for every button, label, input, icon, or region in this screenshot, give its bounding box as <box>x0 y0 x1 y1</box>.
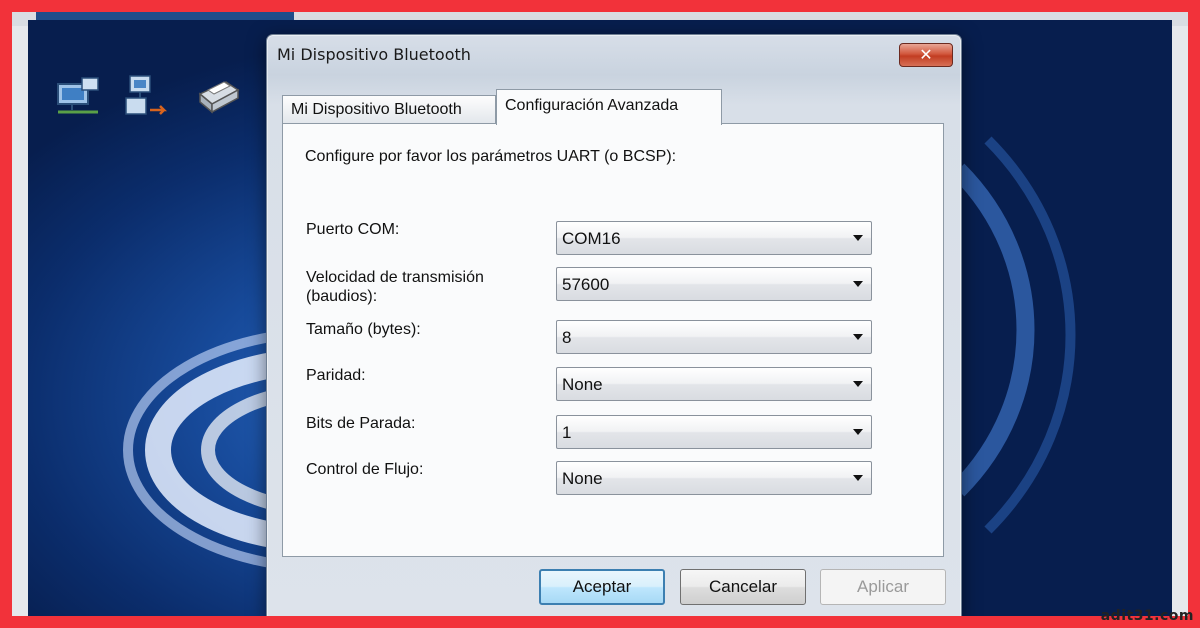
byte-size-select[interactable]: 8 <box>556 320 872 354</box>
watermark-text: adit31.com <box>1100 608 1194 624</box>
close-icon: ✕ <box>919 45 933 64</box>
flow-control-value: None <box>562 469 603 488</box>
network-share-icon[interactable] <box>120 70 172 122</box>
apply-button[interactable]: Aplicar <box>820 569 946 605</box>
stop-bits-value: 1 <box>562 423 572 442</box>
com-port-value: COM16 <box>562 229 621 248</box>
dialog-title: Mi Dispositivo Bluetooth <box>277 45 471 64</box>
panel-instructions: Configure por favor los parámetros UART … <box>305 148 677 165</box>
chevron-down-icon <box>853 429 863 435</box>
com-port-label: Puerto COM: <box>306 221 400 238</box>
tab-advanced-settings[interactable]: Configuración Avanzada <box>496 89 722 125</box>
parity-value: None <box>562 375 603 394</box>
chevron-down-icon <box>853 475 863 481</box>
baud-rate-label: Velocidad de transmisión (baudios): <box>306 268 484 306</box>
cancel-button[interactable]: Cancelar <box>680 569 806 605</box>
dialog-titlebar[interactable]: Mi Dispositivo Bluetooth ✕ <box>267 35 961 77</box>
baud-rate-label-line2: (baudios): <box>306 288 378 305</box>
parity-select[interactable]: None <box>556 367 872 401</box>
com-port-select[interactable]: COM16 <box>556 221 872 255</box>
baud-rate-label-line1: Velocidad de transmisión <box>306 269 484 286</box>
parity-label: Paridad: <box>306 367 366 384</box>
chevron-down-icon <box>853 235 863 241</box>
close-button[interactable]: ✕ <box>899 43 953 67</box>
screenshot-frame: Mi Dispositivo Bluetooth ✕ Mi Dispositiv… <box>12 12 1188 616</box>
baud-rate-value: 57600 <box>562 275 610 294</box>
flow-control-label: Control de Flujo: <box>306 461 424 478</box>
flow-control-select[interactable]: None <box>556 461 872 495</box>
stop-bits-select[interactable]: 1 <box>556 415 872 449</box>
byte-size-label: Tamaño (bytes): <box>306 321 421 338</box>
byte-size-value: 8 <box>562 328 572 347</box>
baud-rate-select[interactable]: 57600 <box>556 267 872 301</box>
stop-bits-label: Bits de Parada: <box>306 415 416 432</box>
ok-button[interactable]: Aceptar <box>539 569 665 605</box>
bluetooth-device-dialog: Mi Dispositivo Bluetooth ✕ Mi Dispositiv… <box>266 34 962 616</box>
chevron-down-icon <box>853 281 863 287</box>
advanced-settings-panel: Configure por favor los parámetros UART … <box>282 123 944 557</box>
printer-icon[interactable] <box>190 70 242 122</box>
network-computer-icon[interactable] <box>52 70 104 122</box>
chevron-down-icon <box>853 334 863 340</box>
chevron-down-icon <box>853 381 863 387</box>
tab-my-bluetooth-device[interactable]: Mi Dispositivo Bluetooth <box>282 95 496 123</box>
